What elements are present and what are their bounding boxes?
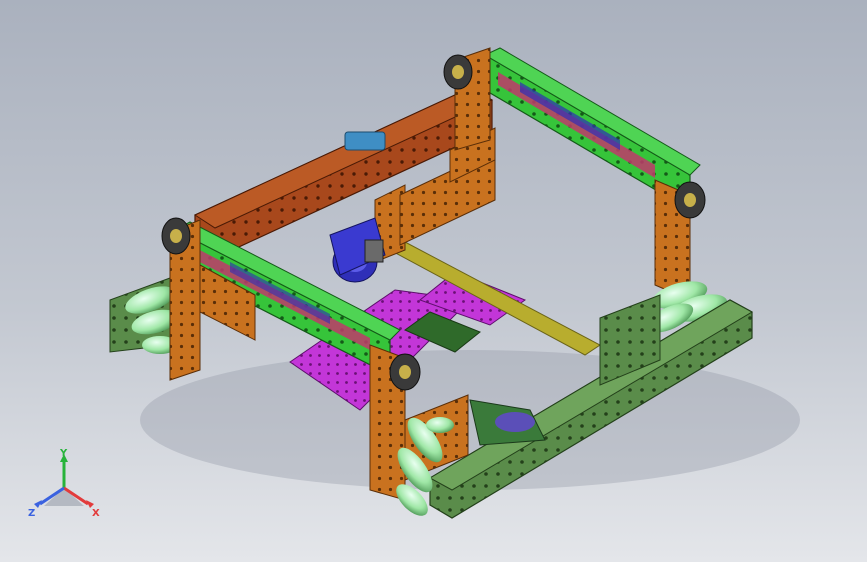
pulley-back-right (674, 181, 706, 219)
cad-viewport[interactable]: Y X Z (0, 0, 867, 562)
axis-triad[interactable]: Y X Z (24, 448, 104, 528)
pulley-back-left (443, 54, 473, 90)
y-axis-label: Y (59, 448, 68, 459)
z-axis-label: Z (28, 508, 35, 519)
robot-chassis-model[interactable] (0, 0, 867, 562)
pulley-front-left (161, 217, 191, 255)
pulley-front-right (389, 353, 421, 391)
x-axis-label: X (92, 508, 100, 519)
